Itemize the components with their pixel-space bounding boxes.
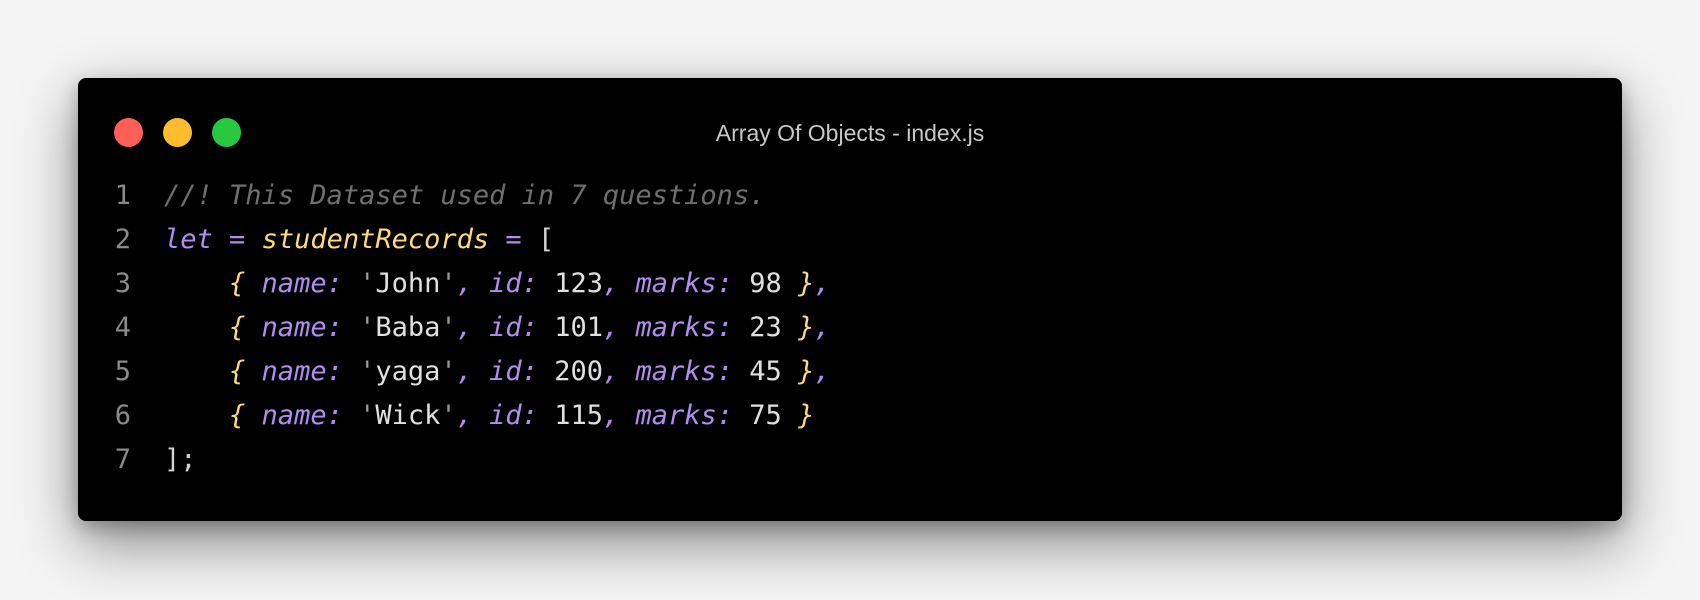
- code-token: ,: [602, 312, 620, 343]
- code-token: 115: [537, 400, 603, 431]
- code-token: id:: [472, 268, 538, 299]
- code-token: ,: [456, 400, 473, 431]
- code-token: 123: [537, 268, 603, 299]
- code-token: marks:: [619, 268, 734, 299]
- window-title-bar: Array Of Objects - index.js: [78, 78, 1622, 188]
- code-token: ': [342, 400, 376, 431]
- code-token: name:: [245, 268, 343, 299]
- code-token: ': [342, 312, 376, 343]
- code-token: ,: [814, 268, 831, 299]
- code-token: ,: [456, 312, 473, 343]
- code-editor: 1 //! This Dataset used in 7 questions. 2 l…: [78, 174, 1622, 482]
- code-line: 7];: [78, 438, 1622, 482]
- code-token: ,: [456, 268, 473, 299]
- code-token: =: [505, 224, 522, 255]
- code-token: id:: [472, 356, 538, 387]
- code-token: John: [375, 268, 441, 299]
- code-window: Array Of Objects - index.js 1 //! This Da…: [78, 78, 1622, 521]
- code-token: id:: [472, 312, 538, 343]
- line-number: 3: [114, 268, 131, 299]
- code-token: ': [342, 356, 376, 387]
- code-token: }: [798, 356, 815, 387]
- code-token: yaga: [375, 356, 441, 387]
- code-line: 2 let = studentRecords = [: [78, 218, 1622, 262]
- code-token: ': [440, 356, 457, 387]
- code-token: 98: [733, 268, 799, 299]
- code-token: }: [798, 268, 815, 299]
- code-token: ,: [602, 400, 620, 431]
- line-number: 1: [114, 180, 131, 211]
- code-text: //! This Dataset used in 7 questions.: [164, 174, 765, 218]
- code-line: 5 { name: 'yaga', id: 200, marks: 45 },: [78, 350, 1622, 394]
- code-token: 200: [537, 356, 603, 387]
- code-token: {: [229, 268, 246, 299]
- code-token: {: [229, 400, 246, 431]
- code-token: marks:: [619, 400, 734, 431]
- code-token: let: [164, 224, 213, 255]
- code-line: 3 { name: 'John', id: 123, marks: 98 },: [78, 262, 1622, 306]
- code-token: ,: [602, 268, 620, 299]
- code-text: ];: [164, 438, 197, 482]
- code-token: studentRecords: [261, 224, 490, 255]
- code-token: ];: [164, 444, 197, 475]
- code-token: 45: [733, 356, 799, 387]
- code-token: {: [229, 356, 246, 387]
- code-token: ': [440, 400, 457, 431]
- code-token: name:: [245, 400, 343, 431]
- code-token: //! This Dataset used in 7 questions.: [164, 180, 766, 211]
- code-token: ,: [814, 356, 831, 387]
- code-token: ': [440, 268, 457, 299]
- code-text: let = studentRecords = [: [164, 218, 554, 262]
- code-token: ,: [814, 312, 831, 343]
- code-text: { name: 'yaga', id: 200, marks: 45 },: [164, 350, 831, 394]
- code-token: marks:: [619, 312, 734, 343]
- code-token: name:: [245, 312, 343, 343]
- code-token: }: [798, 400, 815, 431]
- line-number: 5: [114, 356, 131, 387]
- window-title: Array Of Objects - index.js: [715, 120, 985, 146]
- code-token: ,: [456, 356, 473, 387]
- code-token: [: [521, 224, 555, 255]
- code-token: 101: [537, 312, 603, 343]
- code-line: 4 { name: 'Baba', id: 101, marks: 23 },: [78, 306, 1622, 350]
- code-token: 23: [733, 312, 799, 343]
- code-token: =: [229, 224, 246, 255]
- line-number: 2: [114, 224, 131, 255]
- code-line: 1 //! This Dataset used in 7 questions.: [78, 174, 1622, 218]
- code-token: Baba: [375, 312, 441, 343]
- code-token: Wick: [375, 400, 441, 431]
- code-token: ,: [602, 356, 620, 387]
- code-text: { name: 'Baba', id: 101, marks: 23 },: [164, 306, 831, 350]
- code-token: ': [440, 312, 457, 343]
- code-token: name:: [245, 356, 343, 387]
- line-number: 4: [114, 312, 131, 343]
- code-token: }: [798, 312, 815, 343]
- code-line: 6 { name: 'Wick', id: 115, marks: 75 }: [78, 394, 1622, 438]
- code-token: id:: [472, 400, 538, 431]
- code-token: marks:: [619, 356, 734, 387]
- code-token: {: [229, 312, 246, 343]
- code-text: { name: 'John', id: 123, marks: 98 },: [164, 262, 831, 306]
- code-token: ': [342, 268, 376, 299]
- code-text: { name: 'Wick', id: 115, marks: 75 }: [164, 394, 814, 438]
- line-number: 7: [114, 444, 131, 475]
- code-token: 75: [733, 400, 799, 431]
- line-number: 6: [114, 400, 131, 431]
